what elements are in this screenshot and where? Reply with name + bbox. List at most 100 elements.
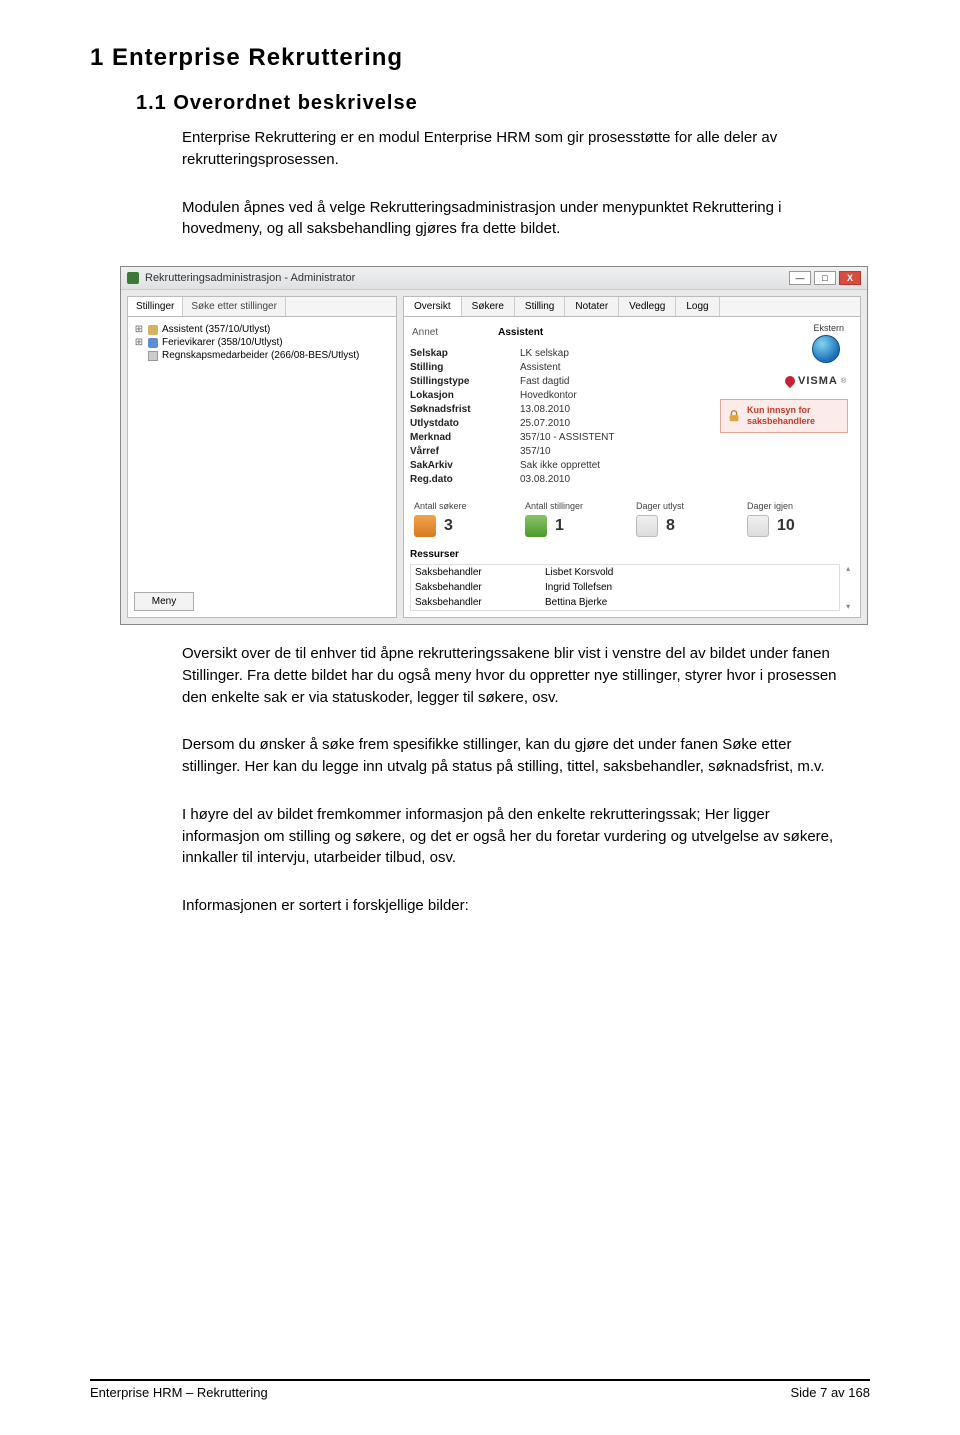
- calendar-icon: [636, 515, 658, 537]
- role-cell: Saksbehandler: [415, 597, 545, 608]
- name-cell: Bettina Bjerke: [545, 597, 835, 608]
- right-pane: Oversikt Søkere Stilling Notater Vedlegg…: [403, 296, 861, 618]
- stillinger-tree: ⊞ Assistent (357/10/Utlyst) ⊞ Ferievikar…: [128, 317, 396, 586]
- close-button[interactable]: X: [839, 271, 861, 285]
- app-icon: [127, 272, 139, 284]
- paragraph-3: Oversikt over de til enhver tid åpne rek…: [182, 643, 842, 708]
- puzzle-icon: [525, 515, 547, 537]
- document-icon: [148, 351, 158, 361]
- tree-item[interactable]: ⊞ Ferievikarer (358/10/Utlyst): [134, 336, 390, 349]
- visma-logo: VISMA ®: [785, 375, 846, 387]
- tab-stilling[interactable]: Stilling: [515, 297, 565, 316]
- people-icon: [148, 338, 158, 348]
- stat-label: Antall stillinger: [525, 501, 628, 511]
- field-value: 03.08.2010: [520, 474, 680, 485]
- field-key: Stillingstype: [410, 376, 520, 387]
- role-cell: Saksbehandler: [415, 582, 545, 593]
- tab-notater[interactable]: Notater: [565, 297, 619, 316]
- field-value: Hovedkontor: [520, 390, 680, 401]
- field-value: 357/10: [520, 446, 680, 457]
- app-window: Rekrutteringsadministrasjon - Administra…: [120, 266, 868, 625]
- field-value: Fast dagtid: [520, 376, 680, 387]
- expand-icon[interactable]: ⊞: [134, 324, 144, 335]
- field-key: Utlystdato: [410, 418, 520, 429]
- field-key: Selskap: [410, 348, 520, 359]
- tab-soke-etter[interactable]: Søke etter stillinger: [183, 297, 286, 316]
- window-title: Rekrutteringsadministrasjon - Administra…: [145, 272, 783, 284]
- footer-right: Side 7 av 168: [790, 1385, 870, 1400]
- tab-sokere[interactable]: Søkere: [462, 297, 515, 316]
- meny-button[interactable]: Meny: [134, 592, 194, 611]
- tab-stillinger[interactable]: Stillinger: [128, 297, 183, 316]
- heading-1: 1 Enterprise Rekruttering: [90, 44, 870, 72]
- left-pane: Stillinger Søke etter stillinger ⊞ Assis…: [127, 296, 397, 618]
- field-value: 25.07.2010: [520, 418, 680, 429]
- lock-icon: [727, 409, 741, 423]
- name-cell: Lisbet Korsvold: [545, 567, 835, 578]
- calendar-icon: [747, 515, 769, 537]
- stat-label: Antall søkere: [414, 501, 517, 511]
- visma-text: VISMA: [798, 375, 838, 387]
- minimize-button[interactable]: —: [789, 271, 811, 285]
- field-key: Reg.dato: [410, 474, 520, 485]
- paragraph-1: Enterprise Rekruttering er en modul Ente…: [182, 127, 842, 171]
- globe-icon[interactable]: [812, 335, 840, 363]
- people-icon: [414, 515, 436, 537]
- stat-label: Dager utlyst: [636, 501, 739, 511]
- field-key: Lokasjon: [410, 390, 520, 401]
- tree-item-label: Assistent (357/10/Utlyst): [162, 324, 270, 335]
- field-key: Søknadsfrist: [410, 404, 520, 415]
- page-footer: Enterprise HRM – Rekruttering Side 7 av …: [90, 1379, 870, 1400]
- field-value: 13.08.2010: [520, 404, 680, 415]
- scroll-down-icon[interactable]: ▾: [842, 602, 854, 611]
- restricted-text: Kun innsyn for saksbehandlere: [747, 405, 841, 427]
- restricted-notice: Kun innsyn for saksbehandlere: [720, 399, 848, 433]
- field-value: LK selskap: [520, 348, 680, 359]
- heading-2: 1.1 Overordnet beskrivelse: [136, 92, 870, 115]
- table-row[interactable]: Saksbehandler Bettina Bjerke: [411, 595, 839, 610]
- stats-row: Antall søkere 3 Antall stillinger 1 Dage…: [410, 501, 854, 537]
- field-key: Vårref: [410, 446, 520, 457]
- visma-icon: [783, 374, 797, 388]
- tab-vedlegg[interactable]: Vedlegg: [619, 297, 676, 316]
- blank-icon: [134, 350, 144, 361]
- stat-label: Dager igjen: [747, 501, 850, 511]
- stat-value: 10: [777, 517, 795, 535]
- scroll-up-icon[interactable]: ▴: [842, 564, 854, 573]
- tree-item[interactable]: ⊞ Assistent (357/10/Utlyst): [134, 323, 390, 336]
- field-value: Sak ikke opprettet: [520, 460, 680, 471]
- tree-item[interactable]: Regnskapsmedarbeider (266/08-BES/Utlyst): [134, 349, 390, 362]
- paragraph-4: Dersom du ønsker å søke frem spesifikke …: [182, 734, 842, 778]
- footer-left: Enterprise HRM – Rekruttering: [90, 1385, 268, 1400]
- titlebar: Rekrutteringsadministrasjon - Administra…: [121, 267, 867, 290]
- person-icon: [148, 325, 158, 335]
- annet-label: Annet: [412, 327, 438, 338]
- name-cell: Ingrid Tollefsen: [545, 582, 835, 593]
- registered-icon: ®: [841, 378, 846, 385]
- ressurser-table: Saksbehandler Lisbet Korsvold Saksbehand…: [410, 564, 840, 611]
- tree-item-label: Ferievikarer (358/10/Utlyst): [162, 337, 283, 348]
- overview-grid: Selskap LK selskap Stilling Assistent St…: [410, 348, 714, 485]
- tree-item-label: Regnskapsmedarbeider (266/08-BES/Utlyst): [162, 350, 359, 361]
- stat-value: 3: [444, 517, 453, 535]
- ressurser-label: Ressurser: [410, 549, 854, 560]
- paragraph-6: Informasjonen er sortert i forskjellige …: [182, 895, 842, 917]
- table-row[interactable]: Saksbehandler Ingrid Tollefsen: [411, 580, 839, 595]
- ekstern-label: Ekstern: [812, 323, 844, 333]
- expand-icon[interactable]: ⊞: [134, 337, 144, 348]
- paragraph-2: Modulen åpnes ved å velge Rekrutteringsa…: [182, 197, 842, 241]
- tab-logg[interactable]: Logg: [676, 297, 719, 316]
- field-key: SakArkiv: [410, 460, 520, 471]
- field-value: Assistent: [520, 362, 680, 373]
- stat-value: 1: [555, 517, 564, 535]
- overview-title: Assistent: [498, 327, 543, 338]
- role-cell: Saksbehandler: [415, 567, 545, 578]
- field-key: Stilling: [410, 362, 520, 373]
- maximize-button[interactable]: □: [814, 271, 836, 285]
- paragraph-5: I høyre del av bildet fremkommer informa…: [182, 804, 842, 869]
- field-key: Merknad: [410, 432, 520, 443]
- stat-value: 8: [666, 517, 675, 535]
- tab-oversikt[interactable]: Oversikt: [404, 297, 462, 316]
- table-row[interactable]: Saksbehandler Lisbet Korsvold: [411, 565, 839, 580]
- field-value: 357/10 - ASSISTENT: [520, 432, 680, 443]
